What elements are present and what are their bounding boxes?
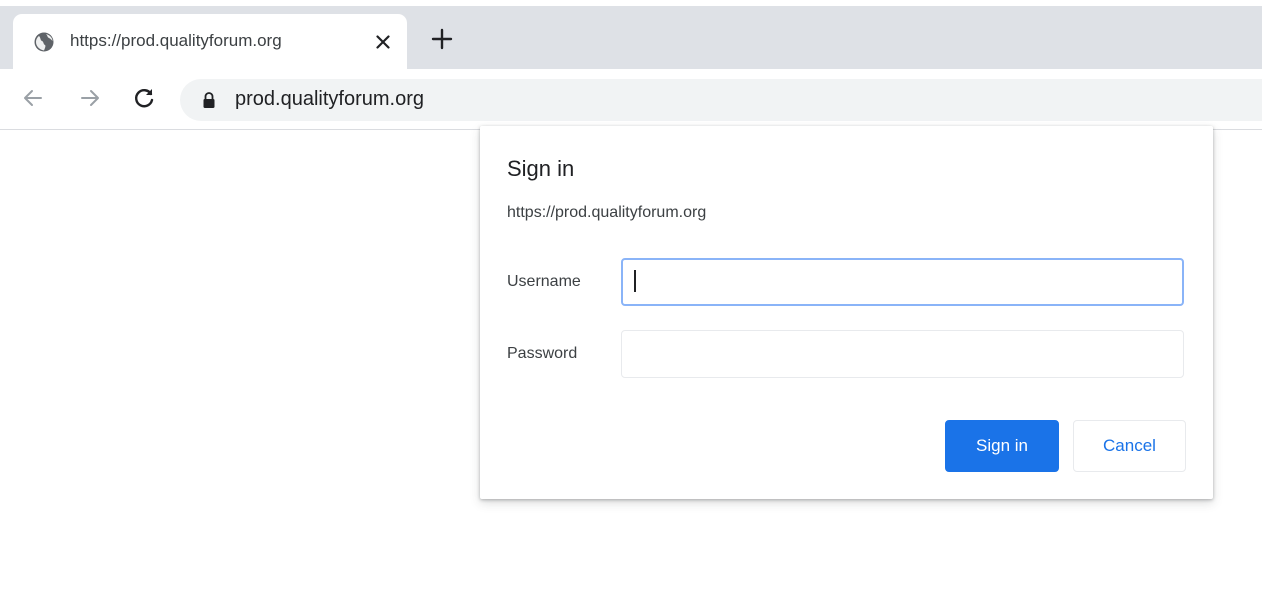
url-text: prod.qualityforum.org [235, 88, 424, 110]
browser-toolbar: prod.qualityforum.org [0, 69, 1262, 130]
username-input[interactable] [621, 258, 1184, 306]
browser-tab[interactable]: https://prod.qualityforum.org [13, 14, 407, 69]
browser-window: https://prod.qualityforum.org prod.quali… [0, 0, 1262, 602]
tab-strip: https://prod.qualityforum.org [0, 6, 1262, 69]
globe-icon [34, 32, 54, 52]
arrow-right-icon[interactable] [77, 85, 103, 111]
cancel-button[interactable]: Cancel [1073, 420, 1186, 472]
password-input[interactable] [621, 330, 1184, 378]
sign-in-button[interactable]: Sign in [945, 420, 1059, 472]
lock-icon[interactable] [202, 91, 216, 109]
password-label: Password [507, 345, 578, 362]
dialog-title: Sign in [507, 156, 575, 181]
arrow-left-icon[interactable] [20, 85, 46, 111]
tab-title: https://prod.qualityforum.org [70, 31, 282, 50]
text-caret [634, 270, 636, 292]
username-label: Username [507, 273, 581, 290]
sign-in-dialog: Sign in https://prod.qualityforum.org Us… [480, 126, 1213, 499]
reload-icon[interactable] [131, 85, 157, 111]
close-icon[interactable] [371, 30, 395, 54]
address-bar[interactable]: prod.qualityforum.org [180, 79, 1262, 121]
plus-icon[interactable] [428, 25, 456, 53]
dialog-origin: https://prod.qualityforum.org [507, 204, 707, 221]
